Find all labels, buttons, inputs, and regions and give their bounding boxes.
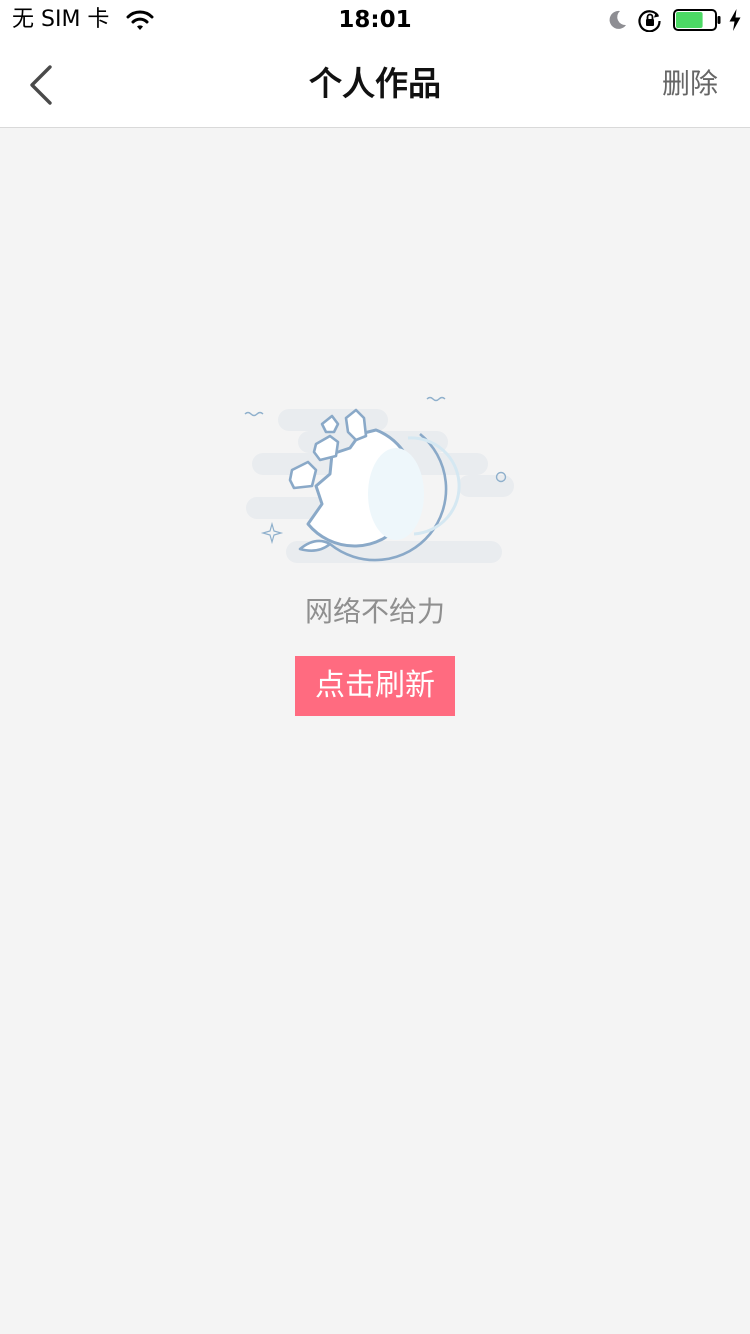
battery-icon — [673, 9, 721, 31]
back-button[interactable] — [20, 60, 64, 110]
page-title: 个人作品 — [309, 64, 441, 103]
battery-fill — [676, 12, 703, 28]
rotation-lock-icon — [638, 10, 661, 32]
moon-icon — [609, 10, 626, 29]
charging-bolt-icon — [729, 9, 741, 31]
network-error-message: 网络不给力 — [304, 595, 445, 628]
status-bar: 无 SIM 卡 18:01 — [0, 0, 750, 40]
delete-button[interactable]: 删除 — [662, 40, 718, 127]
broken-globe-icon — [244, 396, 514, 563]
navigation-bar: 个人作品 删除 — [0, 40, 750, 128]
chevron-left-icon — [30, 65, 52, 105]
empty-state: 网络不给力 点击刷新 — [0, 128, 750, 1334]
refresh-button[interactable]: 点击刷新 — [295, 656, 455, 716]
